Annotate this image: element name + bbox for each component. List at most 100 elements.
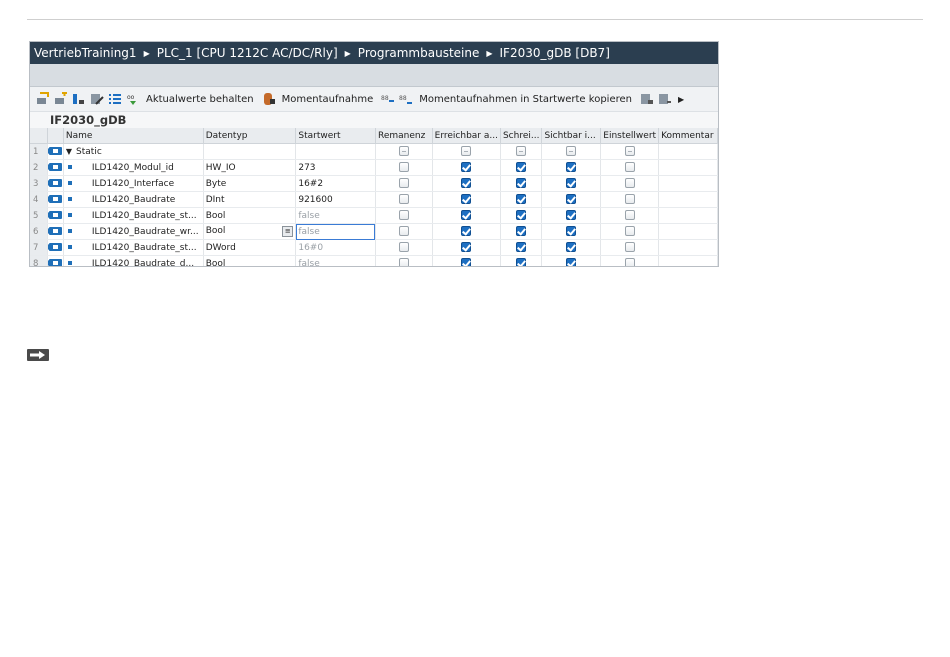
sichtbar-cell[interactable] <box>541 207 602 224</box>
schreibbar-checkbox[interactable] <box>516 242 527 253</box>
kommentar-cell[interactable] <box>658 175 718 192</box>
remanenz-checkbox[interactable] <box>398 210 409 221</box>
col-sichtbar-header[interactable]: Sichtbar i... <box>541 128 602 144</box>
einstellwert-cell[interactable] <box>600 143 660 160</box>
remanenz-cell[interactable] <box>375 143 433 160</box>
erreichbar-cell[interactable] <box>432 143 501 160</box>
erreichbar-checkbox[interactable] <box>461 210 472 221</box>
sichtbar-checkbox[interactable] <box>566 226 577 237</box>
table-row[interactable]: 6 ILD1420_Baudrate_wr... Bool ≡ false <box>30 223 718 240</box>
breadcrumb-plc[interactable]: PLC_1 [CPU 1212C AC/DC/Rly] <box>157 46 338 60</box>
remanenz-cell[interactable] <box>375 175 433 192</box>
sichtbar-cell[interactable] <box>541 175 602 192</box>
sichtbar-checkbox[interactable] <box>566 242 577 253</box>
copy-snapshot-icon[interactable]: 88 <box>381 92 395 106</box>
remanenz-cell[interactable] <box>375 223 433 240</box>
remanenz-checkbox[interactable] <box>398 146 409 157</box>
sichtbar-cell[interactable] <box>541 223 602 240</box>
remanenz-checkbox[interactable] <box>398 226 409 237</box>
einstellwert-checkbox[interactable] <box>624 242 635 253</box>
col-kommentar-header[interactable]: Kommentar <box>658 128 718 144</box>
erreichbar-cell[interactable] <box>432 223 501 240</box>
einstellwert-cell[interactable] <box>600 159 660 176</box>
toolbar-overflow-icon[interactable]: ▶ <box>678 95 684 104</box>
datatype-cell[interactable]: DWord <box>203 239 297 256</box>
erreichbar-checkbox[interactable] <box>461 146 472 157</box>
col-remanenz-header[interactable]: Remanenz <box>375 128 433 144</box>
einstellwert-checkbox[interactable] <box>624 162 635 173</box>
schreibbar-cell[interactable] <box>500 159 543 176</box>
monitor-icon[interactable]: oo <box>126 92 140 106</box>
einstellwert-cell[interactable] <box>600 175 660 192</box>
remanenz-checkbox[interactable] <box>398 242 409 253</box>
remanenz-checkbox[interactable] <box>398 258 409 266</box>
remanenz-cell[interactable] <box>375 159 433 176</box>
einstellwert-checkbox[interactable] <box>624 226 635 237</box>
load-start-values-alt-icon[interactable] <box>658 92 672 106</box>
startwert-cell[interactable]: 16#2 <box>295 175 376 192</box>
schreibbar-cell[interactable] <box>500 207 543 224</box>
datatype-picker-icon[interactable]: ≡ <box>282 226 294 237</box>
startwert-cell[interactable]: false <box>295 255 376 266</box>
breadcrumb-project[interactable]: VertriebTraining1 <box>34 46 137 60</box>
col-startwert-header[interactable]: Startwert <box>295 128 376 144</box>
add-row-icon[interactable] <box>54 92 68 106</box>
name-cell[interactable]: ILD1420_Modul_id <box>63 159 204 176</box>
remanenz-cell[interactable] <box>375 191 433 208</box>
datatype-cell[interactable]: HW_IO <box>203 159 297 176</box>
name-cell[interactable]: ILD1420_Interface <box>63 175 204 192</box>
kommentar-cell[interactable] <box>658 255 718 266</box>
keep-actual-values-button[interactable]: Aktualwerte behalten <box>146 94 254 105</box>
schreibbar-cell[interactable] <box>500 143 543 160</box>
breadcrumb-program-blocks[interactable]: Programmbausteine <box>358 46 480 60</box>
sichtbar-checkbox[interactable] <box>566 194 577 205</box>
remanenz-checkbox[interactable] <box>398 194 409 205</box>
erreichbar-checkbox[interactable] <box>461 258 472 266</box>
datatype-cell[interactable]: Byte <box>203 175 297 192</box>
snapshot-icon[interactable] <box>262 92 276 106</box>
sichtbar-cell[interactable] <box>541 255 602 266</box>
startwert-cell[interactable] <box>295 143 376 160</box>
schreibbar-cell[interactable] <box>500 191 543 208</box>
sichtbar-checkbox[interactable] <box>566 210 577 221</box>
col-schreibbar-header[interactable]: Schrei... <box>500 128 543 144</box>
startwert-cell[interactable]: 921600 <box>295 191 376 208</box>
table-row[interactable]: 2 ILD1420_Modul_id HW_IO 273 <box>30 159 718 176</box>
schreibbar-checkbox[interactable] <box>516 162 527 173</box>
schreibbar-checkbox[interactable] <box>516 226 527 237</box>
table-row[interactable]: 4 ILD1420_Baudrate DInt 921600 <box>30 191 718 208</box>
schreibbar-checkbox[interactable] <box>516 146 527 157</box>
name-cell[interactable]: ▼ Static <box>63 143 204 160</box>
col-name-header[interactable]: Name <box>63 128 204 144</box>
copy-snapshots-to-start-button[interactable]: Momentaufnahmen in Startwerte kopieren <box>419 94 632 105</box>
einstellwert-checkbox[interactable] <box>624 146 635 157</box>
datatype-cell[interactable]: Bool <box>203 255 297 266</box>
kommentar-cell[interactable] <box>658 191 718 208</box>
erreichbar-checkbox[interactable] <box>461 194 472 205</box>
kommentar-cell[interactable] <box>658 223 718 240</box>
col-einstellwert-header[interactable]: Einstellwert <box>600 128 660 144</box>
remanenz-checkbox[interactable] <box>398 178 409 189</box>
erreichbar-cell[interactable] <box>432 207 501 224</box>
erreichbar-cell[interactable] <box>432 191 501 208</box>
remanenz-checkbox[interactable] <box>398 162 409 173</box>
startwert-cell[interactable]: false <box>295 223 376 240</box>
datatype-cell[interactable]: Bool ≡ <box>203 223 297 240</box>
schreibbar-checkbox[interactable] <box>516 178 527 189</box>
name-cell[interactable]: ILD1420_Baudrate <box>63 191 204 208</box>
einstellwert-cell[interactable] <box>600 255 660 266</box>
table-row[interactable]: 7 ILD1420_Baudrate_st... DWord 16#0 <box>30 239 718 256</box>
insert-row-icon[interactable] <box>36 92 50 106</box>
snapshot-button[interactable]: Momentaufnahme <box>282 94 374 105</box>
erreichbar-checkbox[interactable] <box>461 226 472 237</box>
schreibbar-cell[interactable] <box>500 175 543 192</box>
sichtbar-checkbox[interactable] <box>566 162 577 173</box>
name-cell[interactable]: ILD1420_Baudrate_d... <box>63 255 204 266</box>
col-datatype-header[interactable]: Datentyp <box>203 128 297 144</box>
schreibbar-checkbox[interactable] <box>516 210 527 221</box>
sichtbar-cell[interactable] <box>541 239 602 256</box>
name-cell[interactable]: ILD1420_Baudrate_wr... <box>63 223 204 240</box>
sichtbar-checkbox[interactable] <box>566 146 577 157</box>
table-row[interactable]: 1 ▼ Static <box>30 143 718 160</box>
datatype-cell[interactable]: DInt <box>203 191 297 208</box>
